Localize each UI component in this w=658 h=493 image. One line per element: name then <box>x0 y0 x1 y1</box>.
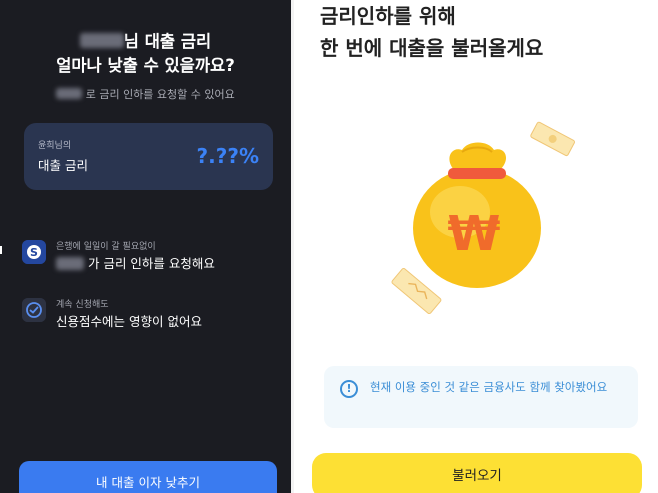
benefit-text: 가 금리 인하를 요청해요 <box>56 253 215 272</box>
rate-card-owner: 윤희님의 <box>38 141 72 151</box>
notice-box: ! 현재 이용 중인 것 같은 금융사도 함께 찾아봤어요 <box>324 366 638 428</box>
lower-interest-button[interactable]: 내 대출 이자 낮추기 <box>19 461 277 493</box>
load-title-line1: 금리인하를 위해 <box>320 4 456 28</box>
load-button[interactable]: 불러오기 <box>312 453 642 493</box>
loan-rate-screen: 님 대출 금리 얼마나 낮출 수 있을까요? 로 금리 인하를 요청할 수 있어… <box>0 0 291 493</box>
redacted-service-name <box>56 257 84 270</box>
load-title-line2: 한 번에 대출을 불러올게요 <box>320 36 544 60</box>
money-bag-icon: ₩ <box>294 100 658 350</box>
load-loans-screen: 금리인하를 위해 한 번에 대출을 불러올게요 ₩ ! 현재 이용 중인 것 같… <box>294 0 658 493</box>
page-title-line1: 님 대출 금리 <box>0 28 291 52</box>
loan-rate-card: 윤희님의 대출 금리 ?.??% <box>24 123 273 190</box>
page-subtitle: 로 금리 인하를 요청할 수 있어요 <box>0 86 291 102</box>
screen-edge-mark <box>0 246 2 254</box>
svg-text:₩: ₩ <box>448 206 501 262</box>
page-title-line2: 얼마나 낮출 수 있을까요? <box>56 56 235 75</box>
bank-logo-icon: S <box>22 240 46 264</box>
redacted-service-name <box>56 88 83 99</box>
gauge-icon <box>22 298 46 322</box>
svg-text:S: S <box>30 246 38 259</box>
benefit-caption: 계속 신청해도 <box>56 300 109 310</box>
benefit-caption: 은행에 일일이 갈 필요없이 <box>56 242 156 252</box>
rate-card-label: 대출 금리 <box>38 158 88 173</box>
rate-card-value: ?.??% <box>196 144 259 168</box>
notice-text: 현재 이용 중인 것 같은 금융사도 함께 찾아봤어요 <box>370 380 608 394</box>
benefit-text: 신용점수에는 영향이 없어요 <box>56 314 202 329</box>
redacted-name <box>79 33 124 48</box>
info-icon: ! <box>340 380 358 398</box>
